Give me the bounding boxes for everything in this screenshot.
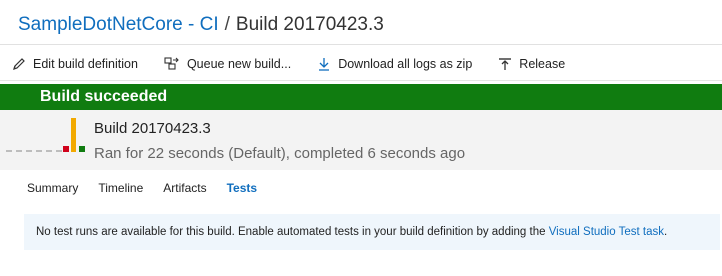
toolbar-divider [0,80,722,81]
tab-summary[interactable]: Summary [27,181,78,195]
build-status-text: Build succeeded [40,88,168,105]
download-icon [319,58,330,71]
build-history-bar-succeeded[interactable] [79,146,85,152]
breadcrumb-separator: / [224,14,230,35]
tab-timeline[interactable]: Timeline [98,181,143,195]
pencil-icon [13,58,25,70]
build-history-dashline [6,150,62,152]
breadcrumb: SampleDotNetCore - CI / Build 20170423.3 [18,12,384,38]
visual-studio-test-task-link[interactable]: Visual Studio Test task [549,226,664,238]
build-status-banner: Build succeeded [0,84,722,110]
queue-new-build-label: Queue new build... [186,57,292,71]
message-trailing: . [664,226,668,238]
release-label: Release [519,57,566,71]
queue-new-build-button[interactable]: Queue new build... [164,57,291,71]
tab-tests[interactable]: Tests [227,181,257,195]
release-button[interactable]: Release [498,57,565,71]
no-test-runs-message: No test runs are available for this buil… [24,214,720,250]
toolbar: Edit build definition Queue new build...… [12,52,591,76]
download-logs-label: Download all logs as zip [338,57,473,71]
message-text: No test runs are available for this buil… [36,226,546,238]
release-icon [499,58,512,70]
build-summary-panel: Build 20170423.3 Ran for 22 seconds (Def… [0,110,722,170]
edit-build-definition-label: Edit build definition [33,57,138,71]
queue-build-icon [164,57,179,70]
header-divider [0,44,722,45]
breadcrumb-project-link[interactable]: SampleDotNetCore - CI [18,14,219,36]
edit-build-definition-button[interactable]: Edit build definition [12,57,138,71]
build-duration-text: Ran for 22 seconds (Default), completed … [94,145,466,162]
build-tabs: Summary Timeline Artifacts Tests [27,180,277,196]
download-logs-button[interactable]: Download all logs as zip [317,57,472,71]
build-history-bar-current[interactable] [71,118,76,152]
build-history-bar-failed[interactable] [63,146,69,152]
tab-artifacts[interactable]: Artifacts [163,181,206,195]
breadcrumb-current: Build 20170423.3 [235,14,384,35]
build-title: Build 20170423.3 [94,120,211,137]
